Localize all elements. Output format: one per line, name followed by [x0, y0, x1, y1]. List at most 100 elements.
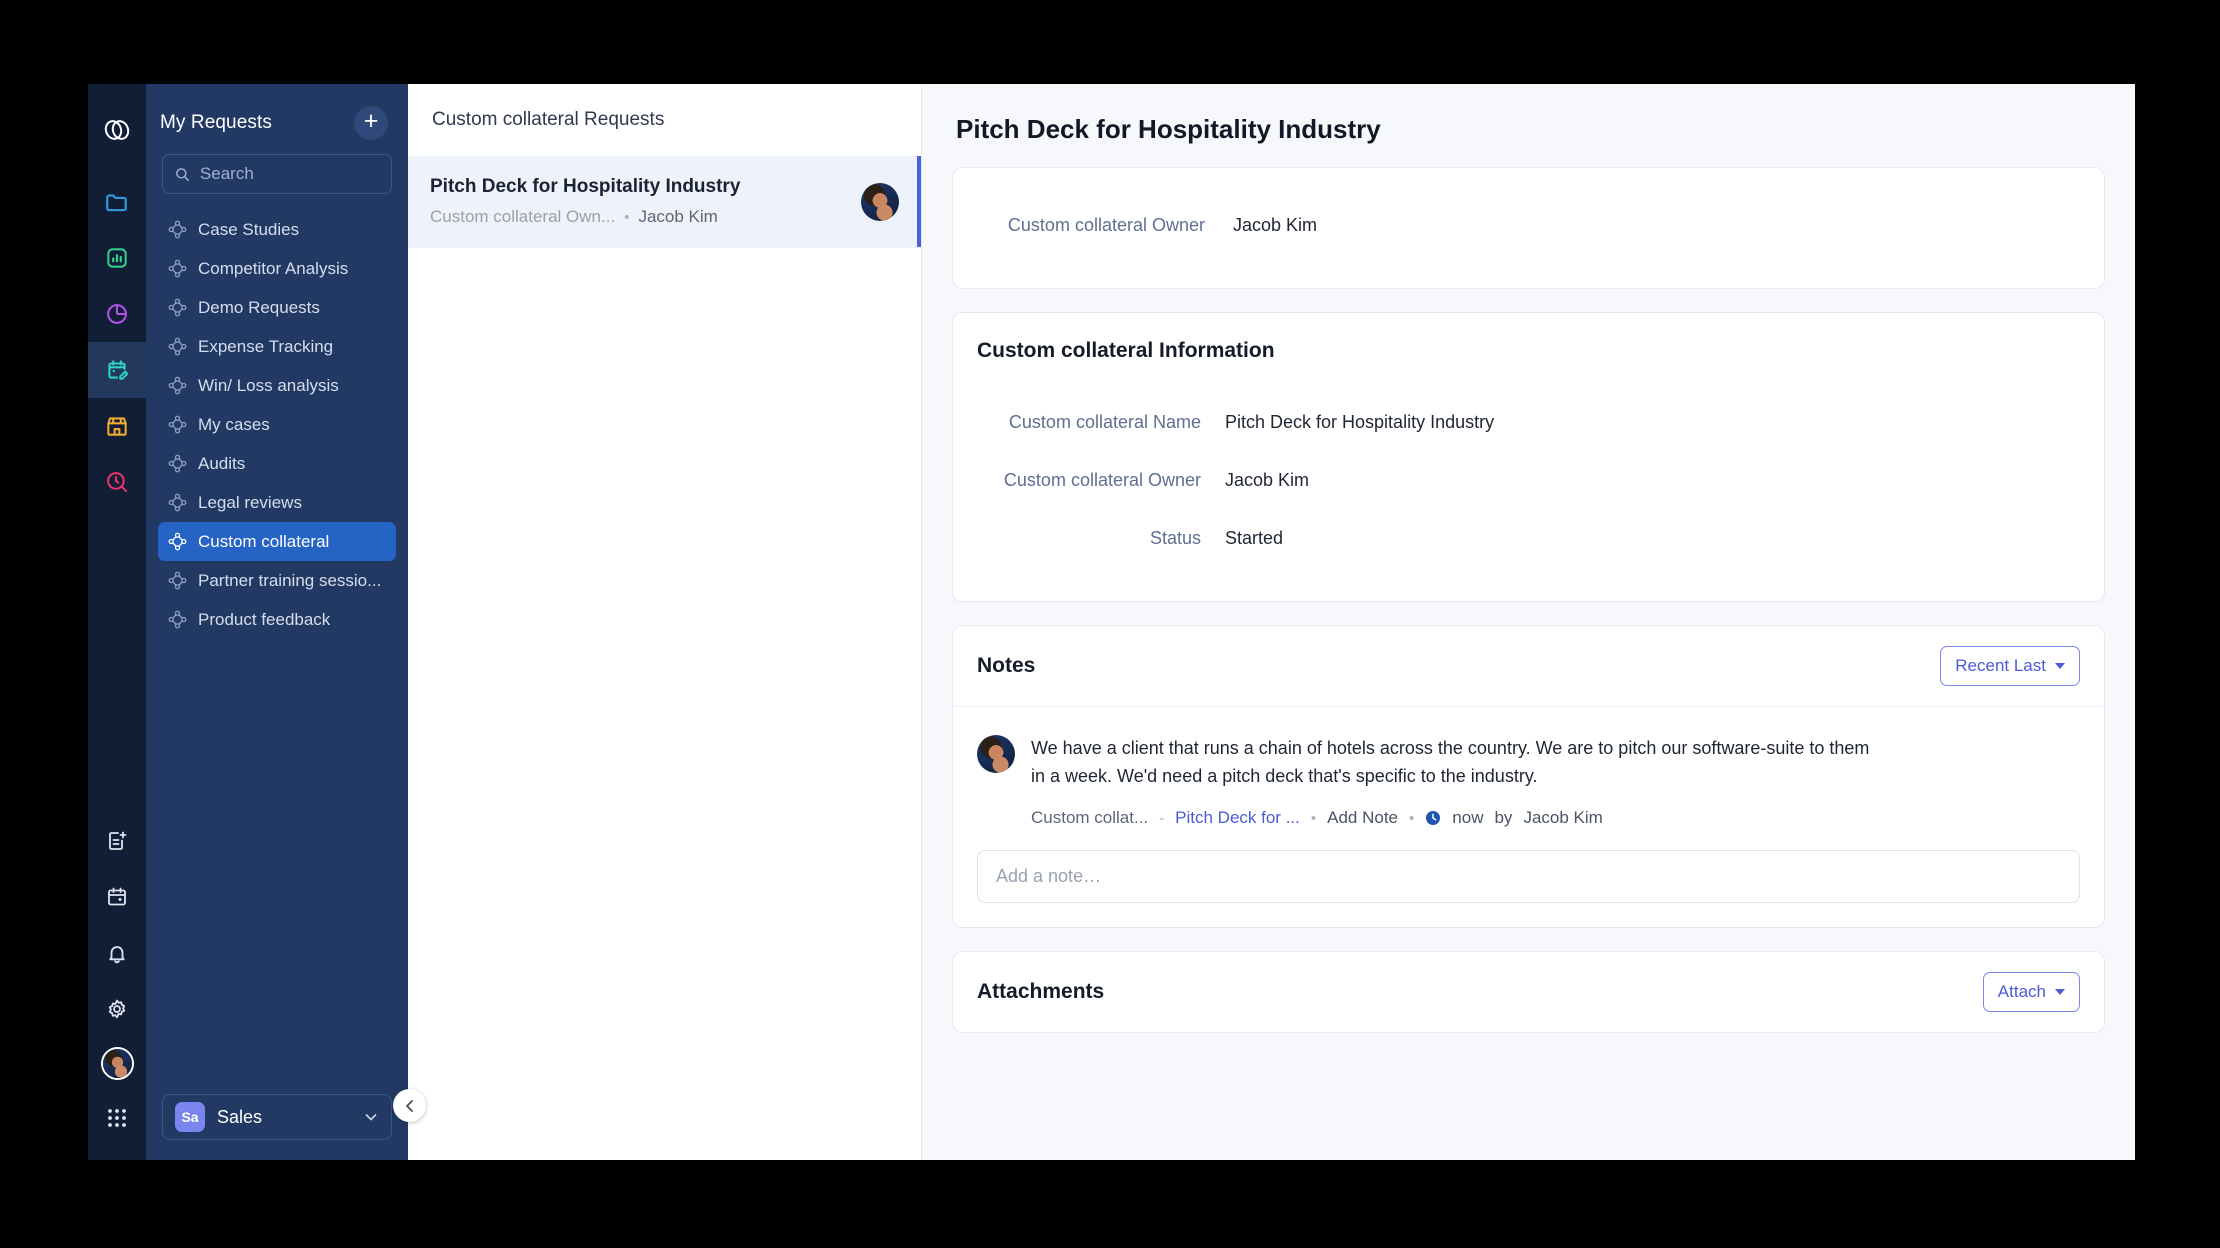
note-meta-dot-2: • [1409, 809, 1415, 827]
attach-button-label: Attach [1997, 982, 2046, 1002]
caret-down-icon [2055, 663, 2065, 670]
info-field-label: Status [1149, 528, 1201, 549]
sidebar-item-demo-requests[interactable]: Demo Requests [158, 288, 396, 327]
sidebar-item-win-loss-analysis[interactable]: Win/ Loss analysis [158, 366, 396, 405]
node-graph-icon [168, 220, 187, 239]
node-graph-icon [168, 220, 187, 239]
user-avatar[interactable] [100, 1047, 134, 1080]
search-box[interactable] [162, 154, 392, 194]
add-request-button[interactable]: + [354, 106, 388, 140]
node-graph-icon [168, 337, 187, 356]
node-graph-icon [168, 532, 187, 551]
folder-icon[interactable] [88, 174, 146, 230]
nav-list: Case Studies Competitor Analysis Demo Requ… [146, 204, 408, 639]
sidebar-item-partner-training-sessio[interactable]: Partner training sessio... [158, 561, 396, 600]
bell-icon[interactable] [88, 925, 146, 981]
note-meta-separator: - [1159, 809, 1165, 827]
sidebar-item-label: Competitor Analysis [198, 258, 349, 278]
new-document-icon[interactable] [88, 813, 146, 869]
info-field-value: Pitch Deck for Hospitality Industry [1225, 412, 1495, 433]
node-graph-icon [168, 532, 187, 551]
owner-field-label: Custom collateral Owner [1007, 215, 1205, 235]
meta-dot: • [624, 208, 630, 226]
node-graph-icon [168, 610, 187, 629]
sidebar-item-product-feedback[interactable]: Product feedback [158, 600, 396, 639]
chevron-left-icon [405, 1099, 413, 1112]
owner-card: Custom collateral Owner Jacob Kim [952, 167, 2105, 290]
info-field-value: Jacob Kim [1225, 470, 1310, 491]
note-meta-object: Custom collat... [1031, 808, 1149, 828]
node-graph-icon [168, 415, 187, 434]
search-icon [176, 167, 190, 181]
detail-title: Pitch Deck for Hospitality Industry [956, 114, 1381, 144]
info-card-title: Custom collateral Information [977, 339, 1275, 363]
storefront-icon[interactable] [88, 398, 146, 454]
attachments-header: Attachments Attach [953, 952, 2104, 1032]
request-item-meta-label: Custom collateral Own... [430, 207, 616, 226]
request-list-panel: Custom collateral Requests Pitch Deck fo… [408, 84, 922, 1160]
attach-button[interactable]: Attach [1982, 972, 2080, 1013]
nav-header: My Requests + [146, 84, 408, 140]
node-graph-icon [168, 415, 187, 434]
note-add-note-action[interactable]: Add Note [1327, 808, 1398, 828]
grid-apps-icon[interactable] [88, 1090, 146, 1146]
sidebar-item-audits[interactable]: Audits [158, 444, 396, 483]
sidebar-item-label: Expense Tracking [198, 336, 334, 356]
calendar-icon[interactable] [88, 869, 146, 925]
request-list-item[interactable]: Pitch Deck for Hospitality Industry Custo… [408, 156, 921, 248]
search-clock-icon[interactable] [88, 454, 146, 510]
icon-rail [88, 84, 146, 1160]
caret-down-icon [2055, 989, 2065, 996]
sidebar-item-expense-tracking[interactable]: Expense Tracking [158, 327, 396, 366]
owner-field-value: Jacob Kim [1233, 215, 1318, 235]
node-graph-icon [168, 571, 187, 590]
sidebar-item-competitor-analysis[interactable]: Competitor Analysis [158, 249, 396, 288]
note-meta-dot-1: • [1310, 809, 1317, 827]
request-list-header: Custom collateral Requests [432, 109, 665, 130]
node-graph-icon [168, 259, 187, 278]
detail-panel: Pitch Deck for Hospitality Industry Cust… [922, 84, 2135, 1160]
request-item-meta-value: Jacob Kim [638, 207, 718, 226]
info-field-label: Custom collateral Owner [1003, 470, 1201, 491]
node-graph-icon [168, 454, 187, 473]
info-field-row: Custom collateral Name Pitch Deck for Hos… [953, 393, 2104, 451]
node-graph-icon [168, 493, 187, 512]
gear-icon[interactable] [88, 981, 146, 1037]
collapse-panel-button[interactable] [393, 1089, 426, 1122]
sidebar-item-case-studies[interactable]: Case Studies [158, 210, 396, 249]
node-graph-icon [168, 298, 187, 317]
search-input[interactable] [199, 164, 379, 184]
sidebar-item-label: Case Studies [198, 219, 300, 239]
attachments-card: Attachments Attach [952, 951, 2105, 1034]
info-field-label: Custom collateral Name [1008, 412, 1201, 433]
notes-title: Notes [977, 654, 1036, 678]
workspace-selector[interactable]: Sa Sales [162, 1094, 392, 1140]
calendar-edit-icon[interactable] [88, 330, 146, 410]
workspace-name: Sales [217, 1106, 263, 1127]
note-meta: Custom collat... - Pitch Deck for ... • … [1031, 808, 2080, 828]
app-logo[interactable] [88, 98, 146, 162]
sidebar-item-my-cases[interactable]: My cases [158, 405, 396, 444]
avatar-image [102, 1049, 132, 1078]
sidebar-item-legal-reviews[interactable]: Legal reviews [158, 483, 396, 522]
notes-sort-dropdown[interactable]: Recent Last [1940, 646, 2080, 687]
sidebar-item-label: Legal reviews [198, 492, 302, 512]
node-graph-icon [168, 376, 187, 395]
avatar-image [977, 735, 1015, 774]
info-field-row: Custom collateral Owner Jacob Kim [953, 451, 2104, 509]
bar-chart-icon[interactable] [88, 230, 146, 286]
note-author-avatar [977, 735, 1015, 774]
request-item-title: Pitch Deck for Hospitality Industry [430, 176, 741, 197]
add-note-input[interactable] [977, 850, 2080, 904]
sidebar-item-label: Custom collateral [198, 531, 330, 551]
node-graph-icon [168, 376, 187, 395]
note-entry: We have a client that runs a chain of ho… [953, 707, 2104, 850]
sidebar-item-custom-collateral[interactable]: Custom collateral [158, 522, 396, 561]
notes-sort-label: Recent Last [1955, 656, 2046, 676]
sidebar-item-label: My cases [198, 414, 270, 434]
request-item-text: Pitch Deck for Hospitality Industry Custo… [430, 176, 847, 227]
node-graph-icon [168, 454, 187, 473]
sidebar-item-label: Partner training sessio... [198, 570, 382, 590]
note-meta-record-link[interactable]: Pitch Deck for ... [1175, 808, 1300, 828]
sidebar-item-label: Audits [198, 453, 246, 473]
